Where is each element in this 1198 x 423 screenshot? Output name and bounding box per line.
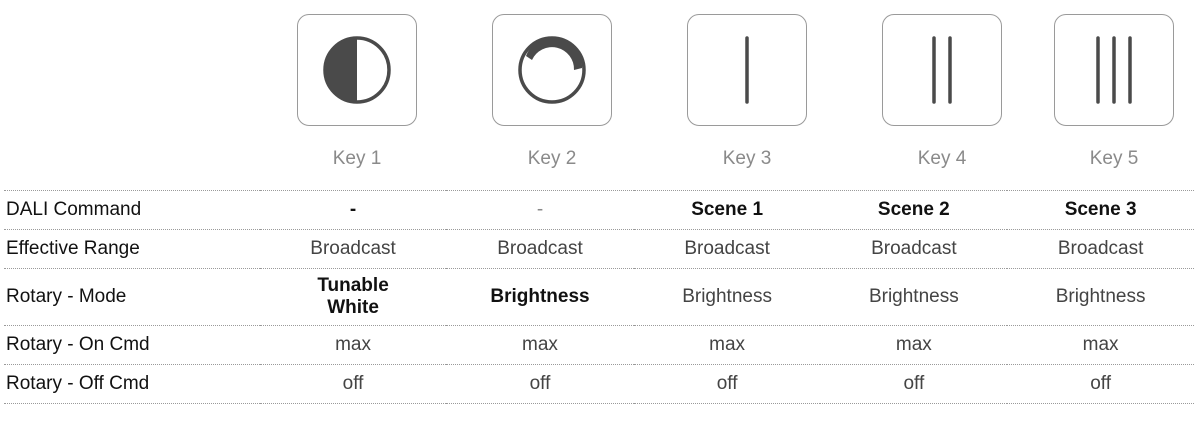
- table-cell: Broadcast: [259, 229, 447, 269]
- table-cell: Broadcast: [446, 229, 634, 269]
- table-cell: off: [633, 364, 821, 404]
- key-3[interactable]: Key 3: [667, 14, 827, 170]
- key-4-tile[interactable]: [882, 14, 1002, 126]
- key-3-tile[interactable]: [687, 14, 807, 126]
- keypad-config-page: Key 1 Key 2 Key 3 Key 4 Key 5 DALI Comma…: [0, 0, 1198, 423]
- table-cell: Scene 1: [633, 190, 821, 230]
- table-cell: off: [446, 364, 634, 404]
- row-label: Rotary - On Cmd: [4, 325, 260, 365]
- table-cell: max: [259, 325, 447, 365]
- table-cell: Brightness: [446, 268, 634, 326]
- table-cell: Broadcast: [633, 229, 821, 269]
- key-5-tile[interactable]: [1054, 14, 1174, 126]
- table-cell: -: [446, 190, 634, 230]
- table-cell: max: [446, 325, 634, 365]
- key-1[interactable]: Key 1: [277, 14, 437, 170]
- table-cell: off: [259, 364, 447, 404]
- table-cell: Scene 3: [1007, 190, 1194, 230]
- table-cell: Tunable White: [259, 268, 447, 326]
- key-1-label: Key 1: [332, 148, 382, 169]
- table-row: Rotary - Off Cmd off off off off off: [4, 364, 1194, 404]
- two-bars-icon: [932, 36, 952, 104]
- table-cell: max: [820, 325, 1008, 365]
- half-circle-icon: [323, 36, 391, 104]
- key-config-table: DALI Command - - Scene 1 Scene 2 Scene 3…: [4, 190, 1194, 404]
- table-cell: Broadcast: [820, 229, 1008, 269]
- key-1-tile[interactable]: [297, 14, 417, 126]
- table-cell: Brightness: [820, 268, 1008, 326]
- table-cell: Scene 2: [820, 190, 1008, 230]
- table-cell: Brightness: [1007, 268, 1194, 326]
- key-5[interactable]: Key 5: [1034, 14, 1194, 170]
- row-label: Rotary - Mode: [4, 268, 260, 326]
- table-row: DALI Command - - Scene 1 Scene 2 Scene 3: [4, 190, 1194, 230]
- row-label: Rotary - Off Cmd: [4, 364, 260, 404]
- table-cell: max: [633, 325, 821, 365]
- key-2-tile[interactable]: [492, 14, 612, 126]
- table-row: Rotary - On Cmd max max max max max: [4, 325, 1194, 365]
- key-4-label: Key 4: [917, 148, 967, 169]
- table-cell: Brightness: [633, 268, 821, 326]
- row-label: Effective Range: [4, 229, 260, 269]
- keys-row: Key 1 Key 2 Key 3 Key 4 Key 5: [0, 0, 1198, 185]
- brightness-dial-icon: [518, 36, 586, 104]
- key-4[interactable]: Key 4: [862, 14, 1022, 170]
- key-2-label: Key 2: [527, 148, 577, 169]
- table-cell: off: [820, 364, 1008, 404]
- row-label: DALI Command: [4, 190, 260, 230]
- table-cell: off: [1007, 364, 1194, 404]
- key-2[interactable]: Key 2: [472, 14, 632, 170]
- key-5-label: Key 5: [1089, 148, 1139, 169]
- one-bar-icon: [745, 36, 749, 104]
- table-cell: max: [1007, 325, 1194, 365]
- table-cell: Broadcast: [1007, 229, 1194, 269]
- table-row: Rotary - Mode Tunable White Brightness B…: [4, 268, 1194, 326]
- key-3-label: Key 3: [722, 148, 772, 169]
- three-bars-icon: [1096, 36, 1132, 104]
- table-cell: -: [259, 190, 447, 230]
- table-row: Effective Range Broadcast Broadcast Broa…: [4, 229, 1194, 269]
